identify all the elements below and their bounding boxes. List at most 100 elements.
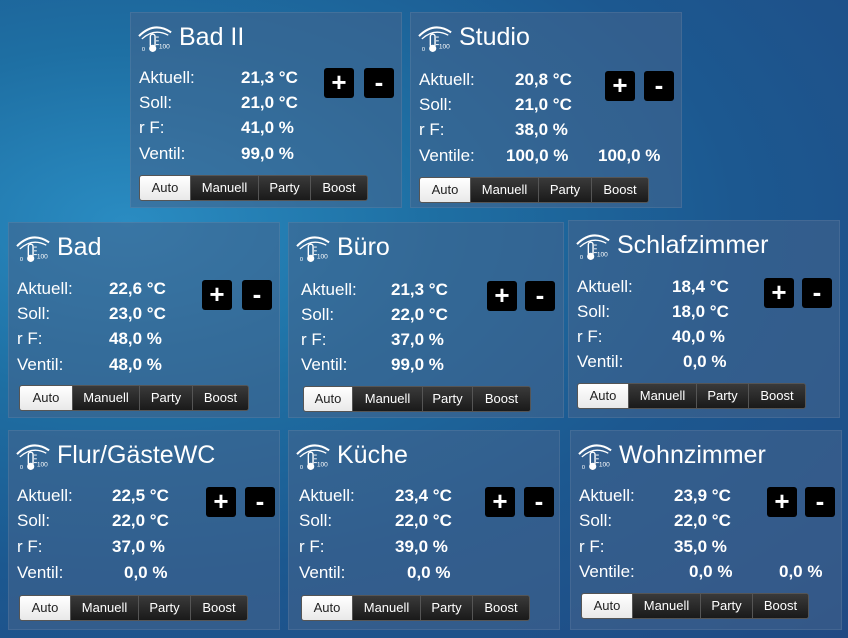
- soll-label: Soll:: [577, 302, 611, 321]
- increase-button[interactable]: +: [487, 281, 517, 311]
- mode-boost-button[interactable]: Boost: [472, 596, 529, 620]
- rf-label: r F:: [419, 120, 445, 139]
- mode-manuell-button[interactable]: Manuell: [352, 387, 422, 411]
- rf-value: 39,0 %: [395, 537, 448, 556]
- mode-selector: Auto Manuell Party Boost: [301, 595, 530, 621]
- mode-manuell-button[interactable]: Manuell: [190, 176, 258, 200]
- mode-auto-button[interactable]: Auto: [582, 594, 632, 618]
- ventil-value: 0,0 %: [407, 563, 451, 582]
- decrease-button[interactable]: -: [525, 281, 555, 311]
- mode-manuell-button[interactable]: Manuell: [352, 596, 420, 620]
- ventil-value-2: 0,0 %: [779, 562, 823, 581]
- aktuell-label: Aktuell:: [17, 486, 73, 505]
- mode-selector: Auto Manuell Party Boost: [419, 177, 649, 203]
- increase-button[interactable]: +: [767, 487, 797, 517]
- rf-value: 35,0 %: [674, 537, 727, 556]
- mode-manuell-button[interactable]: Manuell: [72, 386, 139, 410]
- room-panel-schlafzimmer: Schlafzimmer Aktuell: 18,4 °C Soll: 18,0 °…: [568, 220, 840, 418]
- rf-label: r F:: [17, 537, 43, 556]
- mode-manuell-button[interactable]: Manuell: [632, 594, 700, 618]
- mode-auto-button[interactable]: Auto: [20, 596, 70, 620]
- room-panel-kueche: Küche Aktuell: 23,4 °C Soll: 22,0 °C r F: 3…: [288, 430, 560, 630]
- mode-selector: Auto Manuell Party Boost: [139, 175, 368, 201]
- decrease-button[interactable]: -: [805, 487, 835, 517]
- mode-party-button[interactable]: Party: [538, 178, 591, 202]
- mode-auto-button[interactable]: Auto: [140, 176, 190, 200]
- aktuell-value: 18,4 °C: [672, 277, 729, 296]
- soll-value: 23,0 °C: [109, 304, 166, 323]
- aktuell-label: Aktuell:: [577, 277, 633, 296]
- ventil-value: 0,0 %: [124, 563, 168, 582]
- decrease-button[interactable]: -: [802, 278, 832, 308]
- increase-button[interactable]: +: [485, 487, 515, 517]
- mode-auto-button[interactable]: Auto: [304, 387, 352, 411]
- room-panel-studio: Studio Aktuell: 20,8 °C Soll: 21,0 °C r F:…: [410, 12, 682, 208]
- mode-party-button[interactable]: Party: [258, 176, 310, 200]
- mode-boost-button[interactable]: Boost: [190, 596, 247, 620]
- mode-party-button[interactable]: Party: [138, 596, 190, 620]
- increase-button[interactable]: +: [202, 280, 232, 310]
- soll-value: 22,0 °C: [391, 305, 448, 324]
- increase-button[interactable]: +: [324, 68, 354, 98]
- rf-value: 38,0 %: [515, 120, 568, 139]
- ventile-label: Ventile:: [579, 562, 635, 581]
- decrease-button[interactable]: -: [524, 487, 554, 517]
- ventile-label: Ventile:: [419, 146, 475, 165]
- mode-manuell-button[interactable]: Manuell: [628, 384, 696, 408]
- mode-boost-button[interactable]: Boost: [472, 387, 530, 411]
- soll-value: 22,0 °C: [112, 511, 169, 530]
- thermostat-icon: [417, 26, 453, 55]
- mode-boost-button[interactable]: Boost: [192, 386, 248, 410]
- soll-label: Soll:: [17, 511, 51, 530]
- rf-label: r F:: [299, 537, 325, 556]
- room-panel-wohnzimmer: Wohnzimmer Aktuell: 23,9 °C Soll: 22,0 °C …: [570, 430, 842, 630]
- aktuell-label: Aktuell:: [419, 70, 475, 89]
- increase-button[interactable]: +: [764, 278, 794, 308]
- increase-button[interactable]: +: [206, 487, 236, 517]
- decrease-button[interactable]: -: [364, 68, 394, 98]
- aktuell-label: Aktuell:: [139, 68, 195, 87]
- ventil-value: 99,0 %: [391, 355, 444, 374]
- mode-selector: Auto Manuell Party Boost: [581, 593, 809, 619]
- thermostat-icon: [295, 236, 331, 265]
- mode-party-button[interactable]: Party: [139, 386, 192, 410]
- room-title: Büro: [337, 233, 390, 261]
- mode-boost-button[interactable]: Boost: [752, 594, 808, 618]
- decrease-button[interactable]: -: [644, 71, 674, 101]
- mode-selector: Auto Manuell Party Boost: [577, 383, 806, 409]
- thermostat-icon: [15, 236, 51, 265]
- soll-label: Soll:: [299, 511, 333, 530]
- increase-button[interactable]: +: [605, 71, 635, 101]
- mode-party-button[interactable]: Party: [422, 387, 472, 411]
- thermostat-icon: [137, 26, 173, 55]
- mode-manuell-button[interactable]: Manuell: [70, 596, 138, 620]
- ventil-value: 0,0 %: [683, 352, 727, 371]
- aktuell-value: 22,5 °C: [112, 486, 169, 505]
- ventil-value-2: 100,0 %: [598, 146, 661, 165]
- room-title: Wohnzimmer: [619, 441, 766, 469]
- mode-auto-button[interactable]: Auto: [420, 178, 470, 202]
- ventil-label: Ventil:: [17, 563, 64, 582]
- aktuell-value: 23,4 °C: [395, 486, 452, 505]
- decrease-button[interactable]: -: [242, 280, 272, 310]
- aktuell-value: 22,6 °C: [109, 279, 166, 298]
- mode-party-button[interactable]: Party: [696, 384, 748, 408]
- mode-party-button[interactable]: Party: [700, 594, 752, 618]
- soll-value: 21,0 °C: [515, 95, 572, 114]
- mode-boost-button[interactable]: Boost: [310, 176, 367, 200]
- mode-auto-button[interactable]: Auto: [578, 384, 628, 408]
- room-panel-bad: Bad Aktuell: 22,6 °C Soll: 23,0 °C r F: 48,…: [8, 222, 280, 418]
- mode-boost-button[interactable]: Boost: [748, 384, 805, 408]
- room-title: Bad: [57, 233, 102, 261]
- mode-party-button[interactable]: Party: [420, 596, 472, 620]
- thermostat-icon: [575, 234, 611, 263]
- decrease-button[interactable]: -: [245, 487, 275, 517]
- soll-label: Soll:: [301, 305, 335, 324]
- mode-boost-button[interactable]: Boost: [591, 178, 648, 202]
- mode-auto-button[interactable]: Auto: [20, 386, 72, 410]
- aktuell-label: Aktuell:: [579, 486, 635, 505]
- mode-auto-button[interactable]: Auto: [302, 596, 352, 620]
- room-title: Flur/GästeWC: [57, 441, 216, 469]
- mode-manuell-button[interactable]: Manuell: [470, 178, 538, 202]
- room-title: Schlafzimmer: [617, 231, 769, 259]
